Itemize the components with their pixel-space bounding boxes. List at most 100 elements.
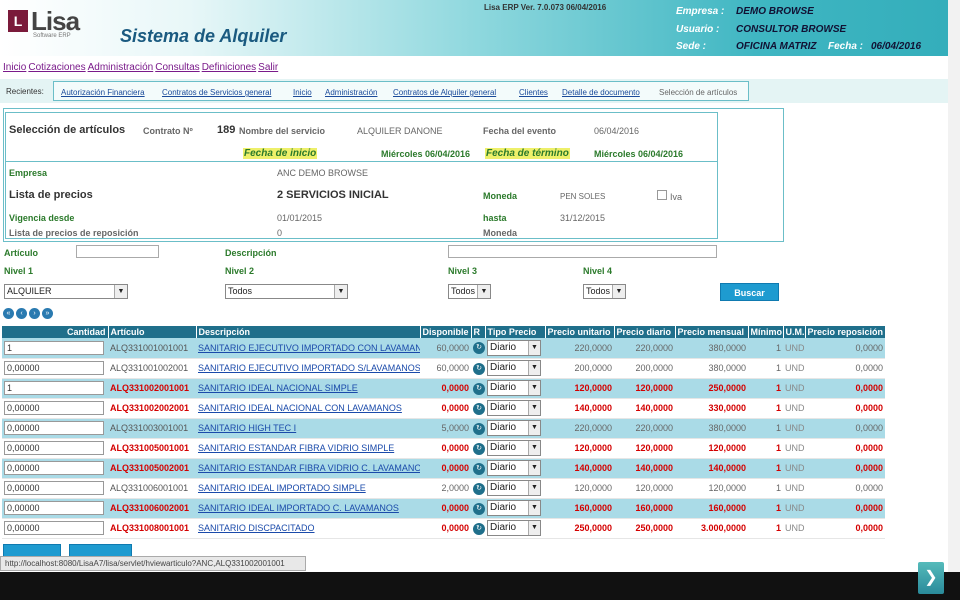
recent-link[interactable]: Clientes <box>519 88 548 97</box>
refresh-icon[interactable]: ↻ <box>473 382 485 395</box>
refresh-icon[interactable]: ↻ <box>473 342 485 355</box>
iva-label: Iva <box>670 192 683 202</box>
quantity-input[interactable]: 0,00000 <box>4 441 104 455</box>
precio-mensual-cell: 120,0000 <box>675 438 748 459</box>
quantity-input[interactable]: 1 <box>4 340 104 355</box>
quantity-input[interactable]: 0,00000 <box>4 521 104 535</box>
tipo-precio-select[interactable]: Diario ▼ <box>487 420 541 436</box>
quantity-input[interactable]: 0,00000 <box>4 481 104 495</box>
descripcion-link[interactable]: SANITARIO DISCPACITADO <box>198 523 315 533</box>
nivel1-select[interactable]: ALQUILER ▼ <box>4 284 128 299</box>
quantity-input[interactable]: 1 <box>4 381 104 395</box>
fullscreen-icon[interactable]: ❯ <box>918 562 944 594</box>
quantity-input[interactable]: 0,00000 <box>4 421 104 435</box>
nivel1-label: Nivel 1 <box>4 266 34 276</box>
descripcion-link[interactable]: SANITARIO ESTANDAR FIBRA VIDRIO SIMPLE <box>198 443 394 453</box>
refresh-icon[interactable]: ↻ <box>473 482 485 495</box>
descripcion-link[interactable]: SANITARIO IDEAL IMPORTADO SIMPLE <box>198 483 366 493</box>
nivel2-label: Nivel 2 <box>225 266 255 276</box>
tipo-precio-value: Diario <box>490 482 517 493</box>
tipo-precio-select[interactable]: Diario ▼ <box>487 380 541 396</box>
recent-link[interactable]: Autorización Financiera <box>61 88 145 97</box>
last-page-icon[interactable]: » <box>42 308 53 319</box>
scrollbar[interactable] <box>948 0 960 572</box>
precio-reposicion-cell: 0,0000 <box>805 498 885 519</box>
um-cell: UND <box>783 478 805 499</box>
disponible-cell: 0,0000 <box>420 458 471 479</box>
precio-mensual-cell: 140,0000 <box>675 458 748 479</box>
tipo-precio-select[interactable]: Diario ▼ <box>487 440 541 456</box>
tipo-precio-value: Diario <box>490 462 517 473</box>
articulo-input[interactable] <box>76 245 159 258</box>
tipo-precio-value: Diario <box>490 362 517 373</box>
descripcion-label: Descripción <box>225 248 277 258</box>
menu-definiciones[interactable]: Definiciones <box>202 62 256 73</box>
menu-consultas[interactable]: Consultas <box>155 62 199 73</box>
recent-link[interactable]: Inicio <box>293 88 312 97</box>
precio-mensual-cell: 250,0000 <box>675 378 748 399</box>
refresh-icon[interactable]: ↻ <box>473 402 485 415</box>
tipo-precio-select[interactable]: Diario ▼ <box>487 480 541 496</box>
descripcion-input[interactable] <box>448 245 717 258</box>
descripcion-link[interactable]: SANITARIO EJECUTIVO IMPORTADO S/LAVAMANO… <box>198 363 420 373</box>
prev-page-icon[interactable]: ‹ <box>16 308 27 319</box>
refresh-icon[interactable]: ↻ <box>473 442 485 455</box>
tipo-precio-select[interactable]: Diario ▼ <box>487 460 541 476</box>
moneda-value: PEN SOLES <box>560 192 606 201</box>
descripcion-link[interactable]: SANITARIO IDEAL NACIONAL SIMPLE <box>198 383 358 393</box>
precio-reposicion-cell: 0,0000 <box>805 378 885 399</box>
descripcion-link[interactable]: SANITARIO EJECUTIVO IMPORTADO CON LAVAMA… <box>198 343 420 353</box>
quantity-input[interactable]: 0,00000 <box>4 501 104 515</box>
recent-link[interactable]: Contratos de Servicios general <box>162 88 271 97</box>
refresh-icon[interactable]: ↻ <box>473 462 485 475</box>
buscar-button[interactable]: Buscar <box>720 283 779 301</box>
articulo-cell: ALQ331002001001 <box>108 378 196 399</box>
descripcion-cell: SANITARIO DISCPACITADO <box>196 518 420 539</box>
menu-inicio[interactable]: Inicio <box>3 62 26 73</box>
iva-checkbox[interactable] <box>657 190 667 200</box>
tipo-precio-select[interactable]: Diario ▼ <box>487 520 541 536</box>
descripcion-link[interactable]: SANITARIO HIGH TEC I <box>198 423 296 433</box>
refresh-icon[interactable]: ↻ <box>473 502 485 515</box>
inicio-value: Miércoles 06/04/2016 <box>381 149 471 159</box>
descripcion-cell: SANITARIO IDEAL IMPORTADO C. LAVAMANOS <box>196 498 420 519</box>
table-row: 0,00000 ALQ331003001001 SANITARIO HIGH TEC… <box>2 418 885 439</box>
first-page-icon[interactable]: « <box>3 308 14 319</box>
tipo-precio-select[interactable]: Diario ▼ <box>487 500 541 516</box>
minimo-cell: 1 <box>748 458 783 479</box>
recent-link[interactable]: Administración <box>325 88 377 97</box>
taskbar <box>0 572 960 600</box>
precio-unitario-cell: 140,0000 <box>545 398 614 419</box>
tipo-precio-select[interactable]: Diario ▼ <box>487 360 541 376</box>
refresh-icon[interactable]: ↻ <box>473 422 485 435</box>
next-page-icon[interactable]: › <box>29 308 40 319</box>
menu-cotizaciones[interactable]: Cotizaciones <box>28 62 85 73</box>
r-cell: ↻ <box>471 358 485 379</box>
tipo-precio-select[interactable]: Diario ▼ <box>487 339 541 356</box>
nivel3-select[interactable]: Todos ▼ <box>448 284 491 299</box>
precio-diario-cell: 160,0000 <box>614 498 675 519</box>
menu-salir[interactable]: Salir <box>258 62 278 73</box>
tipo-precio-value: Diario <box>490 442 517 453</box>
refresh-icon[interactable]: ↻ <box>473 362 485 375</box>
quantity-input[interactable]: 0,00000 <box>4 361 104 375</box>
table-row: 1 ALQ331002001001 SANITARIO IDEAL NACIONAL… <box>2 378 885 399</box>
contrato-label: Contrato Nº <box>143 126 193 136</box>
nivel4-select[interactable]: Todos ▼ <box>583 284 626 299</box>
tipo-precio-value: Diario <box>490 422 517 433</box>
nivel2-select[interactable]: Todos ▼ <box>225 284 348 299</box>
um-cell: UND <box>783 398 805 419</box>
chevron-down-icon: ▼ <box>612 285 625 298</box>
descripcion-link[interactable]: SANITARIO IDEAL NACIONAL CON LAVAMANOS <box>198 403 402 413</box>
col-tipo-precio: Tipo Precio <box>485 326 546 338</box>
tipo-precio-select[interactable]: Diario ▼ <box>487 400 541 416</box>
descripcion-link[interactable]: SANITARIO IDEAL IMPORTADO C. LAVAMANOS <box>198 503 399 513</box>
quantity-input[interactable]: 0,00000 <box>4 401 104 415</box>
recent-link[interactable]: Contratos de Alquiler general <box>393 88 496 97</box>
quantity-input[interactable]: 0,00000 <box>4 461 104 475</box>
menu-administracion[interactable]: Administración <box>88 62 154 73</box>
refresh-icon[interactable]: ↻ <box>473 522 485 535</box>
cantidad-cell: 0,00000 <box>2 498 108 519</box>
descripcion-link[interactable]: SANITARIO ESTANDAR FIBRA VIDRIO C. LAVAM… <box>198 463 420 473</box>
recent-link[interactable]: Detalle de documento <box>562 88 640 97</box>
